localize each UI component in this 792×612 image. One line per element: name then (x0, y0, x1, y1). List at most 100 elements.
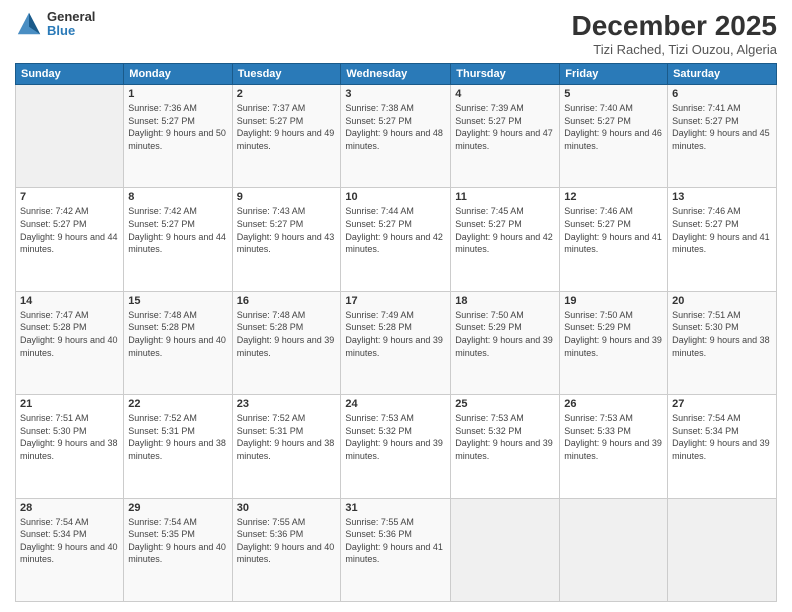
day-detail: Sunrise: 7:46 AMSunset: 5:27 PMDaylight:… (672, 205, 772, 255)
day-number: 3 (345, 88, 446, 100)
calendar-cell: 4 Sunrise: 7:39 AMSunset: 5:27 PMDaylight… (451, 85, 560, 188)
day-number: 1 (128, 88, 227, 100)
day-number: 7 (20, 191, 119, 203)
day-detail: Sunrise: 7:47 AMSunset: 5:28 PMDaylight:… (20, 309, 119, 359)
day-number: 26 (564, 398, 663, 410)
logo-general: General (47, 10, 95, 24)
day-number: 9 (237, 191, 337, 203)
day-number: 6 (672, 88, 772, 100)
main-container: General Blue December 2025 Tizi Rached, … (0, 0, 792, 612)
day-detail: Sunrise: 7:37 AMSunset: 5:27 PMDaylight:… (237, 102, 337, 152)
calendar-week-4: 21 Sunrise: 7:51 AMSunset: 5:30 PMDayligh… (16, 395, 777, 498)
calendar-cell: 17Sunrise: 7:49 AMSunset: 5:28 PMDayligh… (341, 291, 451, 394)
day-detail: Sunrise: 7:54 AMSunset: 5:35 PMDaylight:… (128, 516, 227, 566)
day-detail: Sunrise: 7:48 AMSunset: 5:28 PMDaylight:… (128, 309, 227, 359)
calendar-cell: 25 Sunrise: 7:53 AMSunset: 5:32 PMDayligh… (451, 395, 560, 498)
day-number: 4 (455, 88, 555, 100)
day-detail: Sunrise: 7:45 AMSunset: 5:27 PMDaylight:… (455, 205, 555, 255)
day-detail: Sunrise: 7:52 AMSunset: 5:31 PMDaylight:… (128, 412, 227, 462)
day-number: 28 (20, 502, 119, 514)
calendar-table: Sunday Monday Tuesday Wednesday Thursday… (15, 63, 777, 602)
day-number: 5 (564, 88, 663, 100)
day-detail: Sunrise: 7:39 AMSunset: 5:27 PMDaylight:… (455, 102, 555, 152)
day-detail: Sunrise: 7:36 AMSunset: 5:27 PMDaylight:… (128, 102, 227, 152)
day-number: 24 (345, 398, 446, 410)
day-number: 21 (20, 398, 119, 410)
calendar-cell: 13Sunrise: 7:46 AMSunset: 5:27 PMDayligh… (668, 188, 777, 291)
title-block: December 2025 Tizi Rached, Tizi Ouzou, A… (572, 10, 777, 57)
day-number: 17 (345, 295, 446, 307)
logo-icon (15, 10, 43, 38)
day-detail: Sunrise: 7:50 AMSunset: 5:29 PMDaylight:… (564, 309, 663, 359)
calendar-cell: 2 Sunrise: 7:37 AMSunset: 5:27 PMDaylight… (232, 85, 341, 188)
calendar-cell (560, 498, 668, 601)
day-number: 30 (237, 502, 337, 514)
day-number: 22 (128, 398, 227, 410)
calendar-cell (16, 85, 124, 188)
day-number: 10 (345, 191, 446, 203)
calendar-header-row: Sunday Monday Tuesday Wednesday Thursday… (16, 64, 777, 85)
calendar-cell: 5Sunrise: 7:40 AMSunset: 5:27 PMDaylight… (560, 85, 668, 188)
day-detail: Sunrise: 7:41 AMSunset: 5:27 PMDaylight:… (672, 102, 772, 152)
calendar-cell (451, 498, 560, 601)
calendar-cell (668, 498, 777, 601)
logo: General Blue (15, 10, 95, 39)
calendar-cell: 11Sunrise: 7:45 AMSunset: 5:27 PMDayligh… (451, 188, 560, 291)
header: General Blue December 2025 Tizi Rached, … (15, 10, 777, 57)
day-detail: Sunrise: 7:44 AMSunset: 5:27 PMDaylight:… (345, 205, 446, 255)
calendar-cell: 10 Sunrise: 7:44 AMSunset: 5:27 PMDayligh… (341, 188, 451, 291)
day-detail: Sunrise: 7:53 AMSunset: 5:32 PMDaylight:… (345, 412, 446, 462)
day-number: 20 (672, 295, 772, 307)
day-number: 25 (455, 398, 555, 410)
day-number: 12 (564, 191, 663, 203)
calendar-cell: 19Sunrise: 7:50 AMSunset: 5:29 PMDayligh… (560, 291, 668, 394)
day-detail: Sunrise: 7:51 AMSunset: 5:30 PMDaylight:… (20, 412, 119, 462)
day-number: 14 (20, 295, 119, 307)
day-detail: Sunrise: 7:52 AMSunset: 5:31 PMDaylight:… (237, 412, 337, 462)
calendar-cell: 7Sunrise: 7:42 AMSunset: 5:27 PMDaylight… (16, 188, 124, 291)
calendar-cell: 24 Sunrise: 7:53 AMSunset: 5:32 PMDayligh… (341, 395, 451, 498)
day-detail: Sunrise: 7:42 AMSunset: 5:27 PMDaylight:… (128, 205, 227, 255)
calendar-cell: 12 Sunrise: 7:46 AMSunset: 5:27 PMDayligh… (560, 188, 668, 291)
day-number: 27 (672, 398, 772, 410)
logo-text: General Blue (47, 10, 95, 39)
day-number: 23 (237, 398, 337, 410)
day-detail: Sunrise: 7:53 AMSunset: 5:33 PMDaylight:… (564, 412, 663, 462)
calendar-week-5: 28 Sunrise: 7:54 AMSunset: 5:34 PMDayligh… (16, 498, 777, 601)
day-detail: Sunrise: 7:38 AMSunset: 5:27 PMDaylight:… (345, 102, 446, 152)
calendar-week-1: 1 Sunrise: 7:36 AMSunset: 5:27 PMDaylight… (16, 85, 777, 188)
calendar-cell: 23 Sunrise: 7:52 AMSunset: 5:31 PMDayligh… (232, 395, 341, 498)
calendar-cell: 21 Sunrise: 7:51 AMSunset: 5:30 PMDayligh… (16, 395, 124, 498)
col-wednesday: Wednesday (341, 64, 451, 85)
day-number: 8 (128, 191, 227, 203)
calendar-cell: 30Sunrise: 7:55 AMSunset: 5:36 PMDayligh… (232, 498, 341, 601)
day-number: 16 (237, 295, 337, 307)
day-detail: Sunrise: 7:53 AMSunset: 5:32 PMDaylight:… (455, 412, 555, 462)
calendar-cell: 8 Sunrise: 7:42 AMSunset: 5:27 PMDaylight… (124, 188, 232, 291)
calendar-cell: 31 Sunrise: 7:55 AMSunset: 5:36 PMDayligh… (341, 498, 451, 601)
calendar-cell: 9 Sunrise: 7:43 AMSunset: 5:27 PMDaylight… (232, 188, 341, 291)
day-number: 2 (237, 88, 337, 100)
day-detail: Sunrise: 7:48 AMSunset: 5:28 PMDaylight:… (237, 309, 337, 359)
col-sunday: Sunday (16, 64, 124, 85)
day-number: 15 (128, 295, 227, 307)
day-detail: Sunrise: 7:43 AMSunset: 5:27 PMDaylight:… (237, 205, 337, 255)
day-number: 29 (128, 502, 227, 514)
col-monday: Monday (124, 64, 232, 85)
location: Tizi Rached, Tizi Ouzou, Algeria (572, 42, 777, 57)
day-number: 31 (345, 502, 446, 514)
calendar-cell: 18Sunrise: 7:50 AMSunset: 5:29 PMDayligh… (451, 291, 560, 394)
col-tuesday: Tuesday (232, 64, 341, 85)
day-detail: Sunrise: 7:51 AMSunset: 5:30 PMDaylight:… (672, 309, 772, 359)
day-detail: Sunrise: 7:55 AMSunset: 5:36 PMDaylight:… (345, 516, 446, 566)
calendar-cell: 28 Sunrise: 7:54 AMSunset: 5:34 PMDayligh… (16, 498, 124, 601)
calendar-cell: 16 Sunrise: 7:48 AMSunset: 5:28 PMDayligh… (232, 291, 341, 394)
calendar-cell: 27 Sunrise: 7:54 AMSunset: 5:34 PMDayligh… (668, 395, 777, 498)
day-detail: Sunrise: 7:54 AMSunset: 5:34 PMDaylight:… (20, 516, 119, 566)
calendar-cell: 29 Sunrise: 7:54 AMSunset: 5:35 PMDayligh… (124, 498, 232, 601)
day-detail: Sunrise: 7:46 AMSunset: 5:27 PMDaylight:… (564, 205, 663, 255)
col-thursday: Thursday (451, 64, 560, 85)
month-title: December 2025 (572, 10, 777, 42)
calendar-cell: 1 Sunrise: 7:36 AMSunset: 5:27 PMDaylight… (124, 85, 232, 188)
day-detail: Sunrise: 7:54 AMSunset: 5:34 PMDaylight:… (672, 412, 772, 462)
